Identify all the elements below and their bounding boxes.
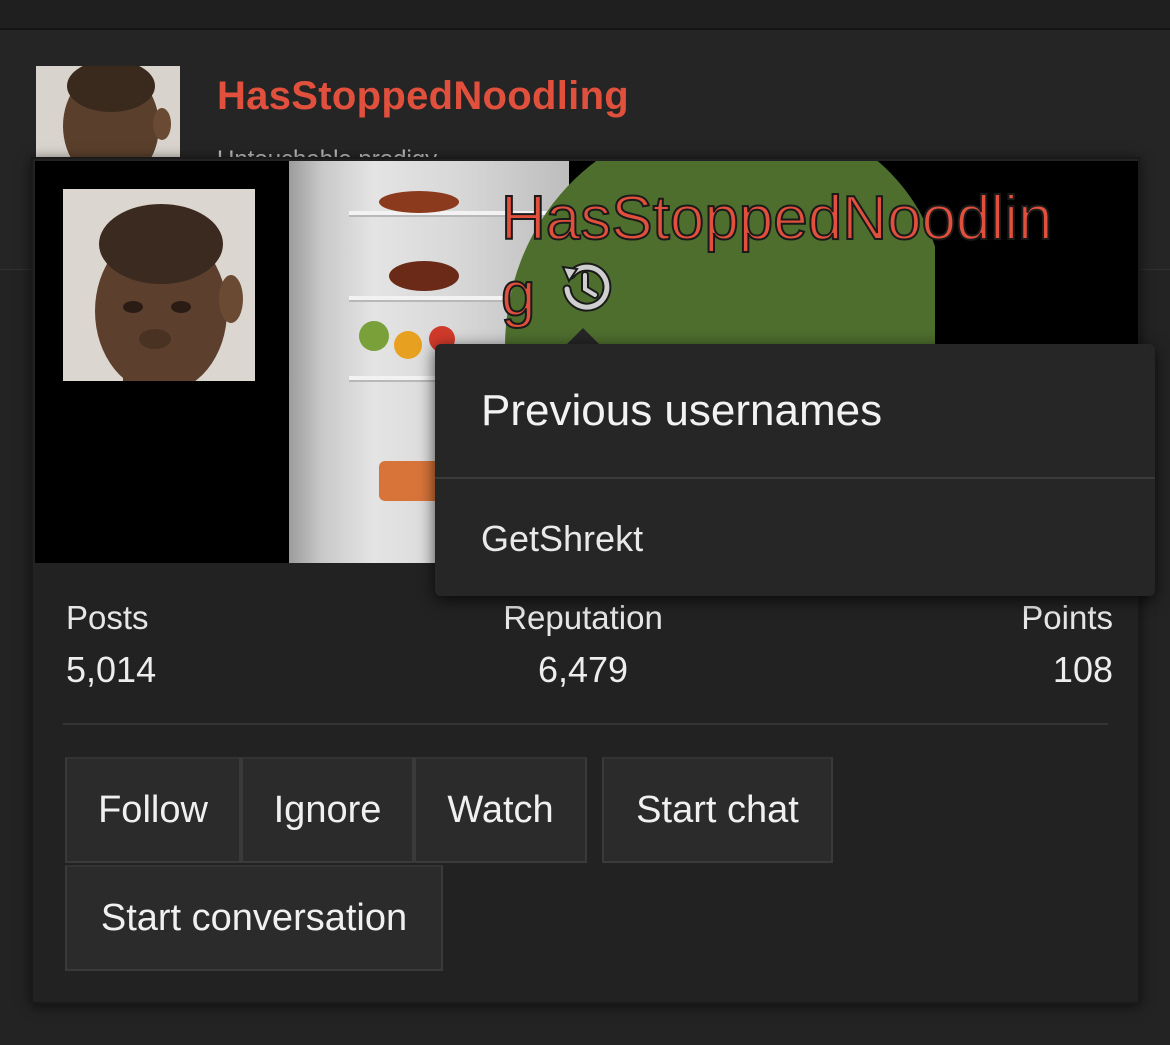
- fridge-food: [389, 261, 459, 291]
- stat-posts[interactable]: Posts 5,014: [66, 599, 156, 691]
- card-avatar[interactable]: [63, 189, 255, 381]
- stat-points-value: 108: [1052, 649, 1113, 690]
- background-username[interactable]: HasStoppedNoodling: [217, 74, 629, 119]
- stat-points[interactable]: Points 108: [1003, 599, 1113, 691]
- top-bar: [0, 0, 1170, 30]
- history-icon[interactable]: [557, 259, 613, 315]
- stat-posts-label: Posts: [66, 599, 149, 636]
- previous-usernames-menu: Previous usernames GetShrekt: [435, 344, 1155, 596]
- fridge-food: [394, 331, 422, 359]
- fridge-food: [359, 321, 389, 351]
- stat-reputation-value: 6,479: [537, 649, 629, 690]
- previous-usernames-title: Previous usernames: [435, 344, 1155, 479]
- stat-reputation: Reputation 6,479: [483, 599, 683, 691]
- follow-button[interactable]: Follow: [65, 757, 241, 863]
- divider: [63, 723, 1108, 725]
- background-avatar[interactable]: [36, 66, 180, 158]
- fridge-food: [379, 191, 459, 213]
- start-conversation-button[interactable]: Start conversation: [65, 865, 443, 971]
- stat-posts-value: 5,014: [66, 649, 157, 690]
- card-username-line2: g: [500, 259, 537, 330]
- start-chat-button[interactable]: Start chat: [602, 757, 833, 863]
- ignore-button[interactable]: Ignore: [241, 757, 414, 863]
- stat-reputation-label: Reputation: [503, 599, 663, 636]
- stat-points-label: Points: [1021, 599, 1113, 636]
- watch-button[interactable]: Watch: [414, 757, 587, 863]
- card-username-line1: HasStoppedNoodlin: [500, 183, 1053, 254]
- previous-username-item: GetShrekt: [481, 517, 644, 559]
